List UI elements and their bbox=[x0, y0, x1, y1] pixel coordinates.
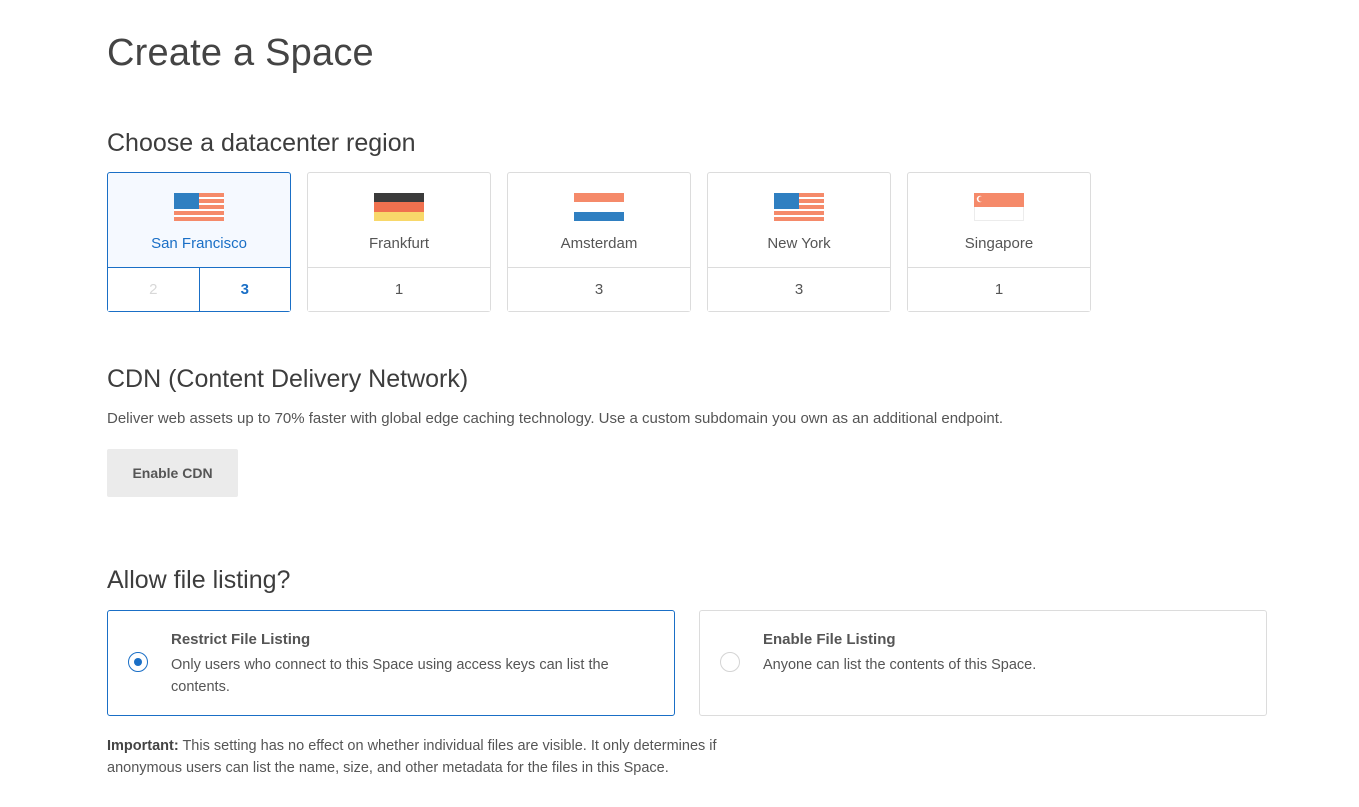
option-title: Restrict File Listing bbox=[171, 631, 311, 648]
region-section-title: Choose a datacenter region bbox=[107, 129, 416, 157]
crescent-icon bbox=[976, 195, 984, 203]
datacenter-option-nyc3[interactable]: 3 bbox=[708, 268, 890, 311]
datacenter-option-fra1[interactable]: 1 bbox=[308, 268, 490, 311]
enable-file-listing-radio[interactable] bbox=[720, 652, 740, 672]
region-name: Amsterdam bbox=[560, 235, 638, 252]
region-name: Frankfurt bbox=[368, 235, 429, 252]
option-description: Anyone can list the contents of this Spa… bbox=[763, 657, 1037, 673]
nl-flag-icon bbox=[574, 193, 624, 221]
restrict-file-listing-option[interactable]: Restrict File Listing Only users who con… bbox=[107, 610, 675, 716]
important-label: Important: bbox=[107, 738, 179, 754]
region-card-header[interactable]: Amsterdam bbox=[508, 173, 690, 268]
datacenter-options: 1 bbox=[908, 268, 1090, 311]
datacenter-option-ams3[interactable]: 3 bbox=[508, 268, 690, 311]
datacenter-options: 1 bbox=[308, 268, 490, 311]
datacenter-option-sfo2: 2 bbox=[108, 268, 199, 311]
cdn-description: Deliver web assets up to 70% faster with… bbox=[107, 410, 1004, 427]
region-card-san-francisco[interactable]: San Francisco 2 3 bbox=[107, 172, 291, 312]
restrict-file-listing-radio[interactable] bbox=[128, 652, 148, 672]
region-card-new-york[interactable]: New York 3 bbox=[707, 172, 891, 312]
region-list: San Francisco 2 3 Frankfurt 1 Amsterdam … bbox=[107, 172, 1091, 312]
datacenter-option-sfo3[interactable]: 3 bbox=[198, 268, 290, 311]
datacenter-options: 3 bbox=[708, 268, 890, 311]
region-name: Singapore bbox=[964, 235, 1034, 252]
important-text: This setting has no effect on whether in… bbox=[107, 738, 717, 776]
region-card-header[interactable]: Singapore bbox=[908, 173, 1090, 268]
region-name: New York bbox=[767, 235, 831, 252]
sg-flag-icon bbox=[974, 193, 1024, 221]
radio-selected-dot bbox=[134, 658, 142, 666]
us-flag-icon bbox=[174, 193, 224, 221]
file-listing-section-title: Allow file listing? bbox=[107, 566, 291, 594]
datacenter-options: 3 bbox=[508, 268, 690, 311]
region-card-header[interactable]: Frankfurt bbox=[308, 173, 490, 268]
region-card-header[interactable]: San Francisco bbox=[108, 173, 290, 268]
enable-file-listing-option[interactable]: Enable File Listing Anyone can list the … bbox=[699, 610, 1267, 716]
enable-cdn-button[interactable]: Enable CDN bbox=[107, 449, 238, 497]
option-description: Only users who connect to this Space usi… bbox=[171, 657, 609, 695]
de-flag-icon bbox=[374, 193, 424, 221]
create-space-page: Create a Space Choose a datacenter regio… bbox=[0, 0, 1359, 807]
option-title: Enable File Listing bbox=[763, 631, 896, 648]
important-note: Important: This setting has no effect on… bbox=[107, 735, 787, 779]
cdn-section-title: CDN (Content Delivery Network) bbox=[107, 365, 469, 393]
region-card-header[interactable]: New York bbox=[708, 173, 890, 268]
region-name: San Francisco bbox=[151, 235, 247, 252]
region-card-amsterdam[interactable]: Amsterdam 3 bbox=[507, 172, 691, 312]
datacenter-options: 2 3 bbox=[108, 268, 290, 311]
region-card-singapore[interactable]: Singapore 1 bbox=[907, 172, 1091, 312]
datacenter-option-sgp1[interactable]: 1 bbox=[908, 268, 1090, 311]
us-flag-icon bbox=[774, 193, 824, 221]
page-title: Create a Space bbox=[107, 32, 374, 74]
region-card-frankfurt[interactable]: Frankfurt 1 bbox=[307, 172, 491, 312]
